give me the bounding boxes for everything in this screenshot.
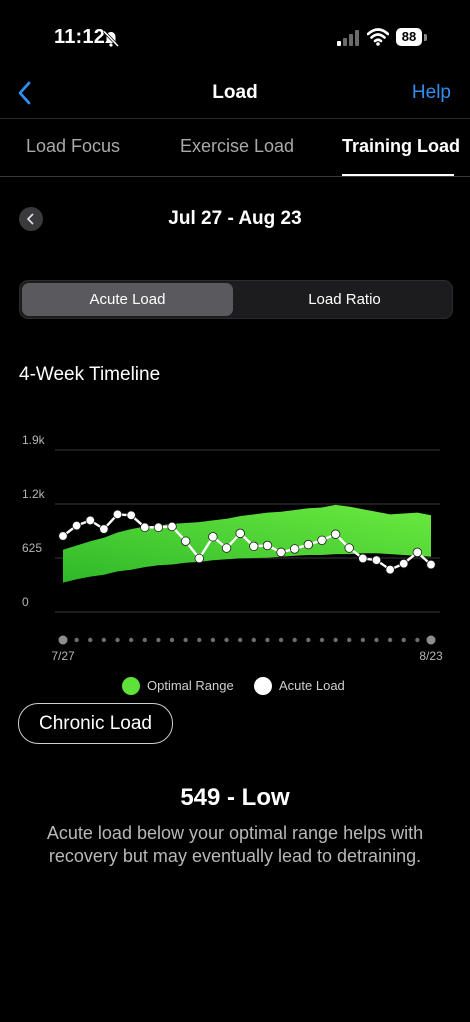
acute-load-point [303, 539, 314, 550]
active-tab-indicator [342, 174, 454, 176]
tab-load-focus[interactable]: Load Focus [26, 136, 120, 157]
battery-tip [424, 34, 427, 41]
chart-legend: Optimal Range Acute Load [0, 676, 470, 696]
y-tick-label: 1.2k [22, 487, 46, 501]
tab-training-load[interactable]: Training Load [342, 136, 460, 157]
section-title: 4-Week Timeline [19, 364, 161, 385]
x-axis-day-marker [197, 637, 202, 643]
acute-load-point [99, 524, 109, 534]
x-axis-day-marker [333, 637, 338, 643]
x-axis-day-marker [183, 637, 188, 643]
x-axis-day-marker [210, 637, 216, 643]
x-axis-day-marker [347, 637, 352, 643]
x-axis-day-marker [426, 635, 436, 645]
x-axis-day-marker [142, 637, 147, 643]
y-tick-label: 0 [22, 595, 29, 609]
segment-acute-load[interactable]: Acute Load [22, 283, 233, 316]
acute-load-point [126, 510, 136, 520]
acute-load-point [180, 536, 191, 546]
x-axis-day-marker [360, 637, 366, 643]
acute-load-point [358, 553, 368, 564]
acute-load-point [208, 532, 218, 542]
x-axis-day-marker [237, 637, 243, 643]
acute-load-point [112, 509, 123, 520]
acute-load-point [249, 541, 259, 552]
acute-load-point [426, 559, 436, 570]
y-tick-label: 1.9k [22, 433, 46, 447]
x-axis-day-marker [292, 637, 297, 643]
page-title: Load [212, 82, 258, 103]
navigation-bar: Load Help [0, 76, 470, 119]
x-axis-day-marker [278, 637, 284, 643]
x-axis-day-marker [224, 637, 229, 643]
acute-load-point [412, 547, 423, 558]
legend-label-acute-load: Acute Load [279, 678, 345, 693]
segment-load-ratio[interactable]: Load Ratio [239, 283, 450, 316]
acute-load-point [71, 520, 82, 531]
help-button[interactable]: Help [412, 82, 451, 104]
x-axis-day-marker [101, 637, 107, 643]
x-axis-day-marker [128, 637, 134, 643]
battery-indicator: 88 [396, 28, 422, 46]
acute-load-point [317, 535, 327, 545]
x-axis-day-marker [387, 637, 393, 643]
acute-load-point [221, 543, 232, 553]
date-range: Jul 27 - Aug 23 [168, 208, 302, 229]
acute-load-point [385, 564, 395, 575]
x-axis-day-marker [374, 637, 379, 643]
chronic-load-button[interactable]: Chronic Load [18, 703, 173, 744]
x-axis-day-marker [169, 637, 175, 643]
legend-swatch-optimal-range [122, 677, 140, 695]
y-tick-label: 625 [22, 541, 42, 555]
x-tick-label: 7/27 [51, 649, 75, 663]
x-axis-day-marker [265, 637, 270, 643]
acute-load-point [85, 515, 95, 526]
metric-segmented-control: Acute Load Load Ratio [19, 280, 453, 319]
x-tick-label: 8/23 [419, 649, 443, 663]
x-axis-day-marker [156, 637, 161, 643]
x-axis-day-marker [319, 637, 325, 643]
acute-load-point [344, 543, 354, 553]
acute-load-point [262, 540, 273, 551]
x-axis-day-marker [415, 637, 420, 643]
acute-load-point [290, 544, 300, 554]
acute-load-point [58, 531, 68, 541]
acute-load-point [153, 522, 164, 533]
x-axis-day-marker [58, 635, 68, 645]
x-axis-day-marker [306, 637, 311, 643]
legend-label-optimal-range: Optimal Range [147, 678, 234, 693]
x-axis-day-marker [88, 637, 93, 643]
acute-load-point [371, 555, 382, 565]
acute-load-point [276, 547, 286, 558]
load-status-value: 549 - Low [180, 784, 290, 811]
bell-slash-icon [102, 30, 120, 48]
acute-load-point [399, 558, 409, 569]
status-time: 11:12 [54, 26, 106, 48]
acute-load-point [140, 522, 150, 533]
acute-load-point [167, 521, 177, 532]
acute-load-point [330, 529, 341, 539]
load-status-description: Acute load below your optimal range help… [46, 823, 424, 866]
x-axis-day-marker [74, 637, 79, 643]
x-axis-day-marker [401, 637, 406, 643]
status-bar: 11:12 88 [0, 0, 470, 76]
cellular-signal-icon [337, 30, 359, 46]
x-axis-day-marker [251, 637, 257, 643]
acute-load-point [235, 528, 245, 539]
x-axis-day-marker [115, 637, 120, 643]
tab-bar: Load Focus Exercise Load Training Load [0, 118, 470, 177]
timeline-chart: 0 625 1.2k 1.9k 7/27 8/23 [22, 433, 443, 663]
wifi-icon [367, 28, 389, 46]
acute-load-point [194, 553, 204, 564]
legend-swatch-acute-load [254, 677, 272, 695]
tab-exercise-load[interactable]: Exercise Load [180, 136, 294, 157]
